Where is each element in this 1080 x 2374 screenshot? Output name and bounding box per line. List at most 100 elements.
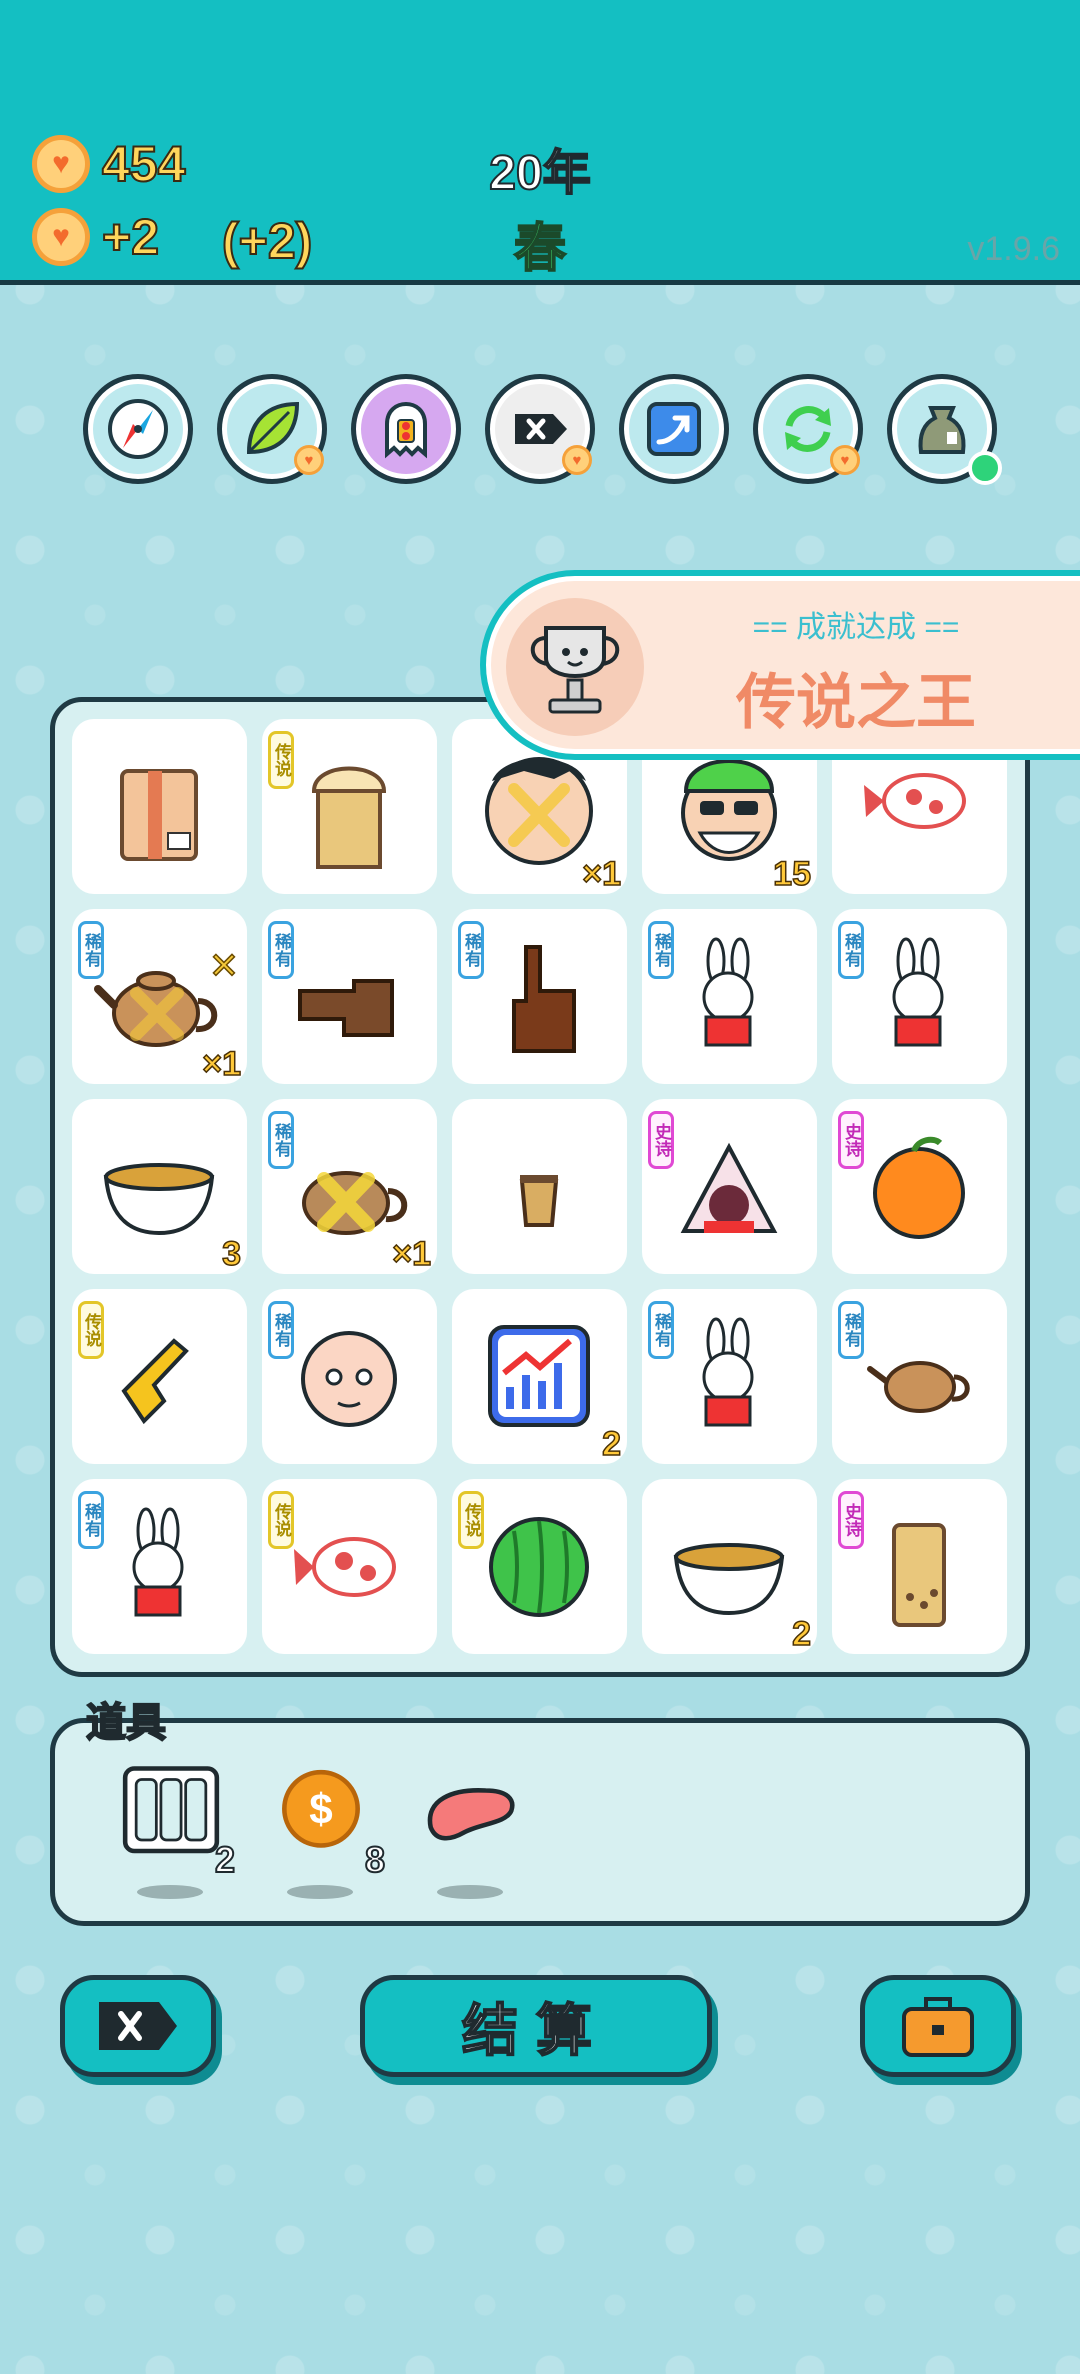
item-count: ×1 bbox=[201, 1044, 241, 1084]
board-cell[interactable]: 稀有 bbox=[262, 1289, 437, 1464]
board-cell[interactable]: 2 bbox=[452, 1289, 627, 1464]
liver-icon bbox=[427, 1788, 515, 1841]
settle-label: 结算 bbox=[461, 1998, 610, 2063]
upgrade-button[interactable] bbox=[619, 374, 729, 484]
heart-badge-icon: ♥ bbox=[562, 445, 592, 475]
board-cell[interactable]: 史诗 bbox=[832, 1479, 1007, 1654]
man-face-icon bbox=[485, 757, 593, 865]
coin-total-value: 454 bbox=[101, 135, 186, 193]
settle-button[interactable]: 结算 bbox=[360, 1975, 712, 2077]
svg-text:$: $ bbox=[309, 1786, 332, 1833]
coin-income-value: +2 bbox=[101, 208, 160, 266]
board-cell[interactable]: 稀有 bbox=[452, 909, 627, 1084]
leaf-button[interactable]: ♥ bbox=[217, 374, 327, 484]
crossed-mark-icon: ✕ bbox=[208, 944, 240, 987]
growth-chart-icon bbox=[488, 1325, 590, 1427]
ghost-icon bbox=[385, 401, 427, 459]
items-label: 道具 bbox=[85, 1700, 167, 1746]
season-label: 春 bbox=[513, 219, 567, 279]
item-shadow bbox=[437, 1885, 503, 1899]
board-cell[interactable]: 史诗 bbox=[642, 1099, 817, 1274]
items-panel: 2 $ 8 bbox=[50, 1718, 1030, 1926]
board-cell[interactable] bbox=[72, 719, 247, 894]
board-cell[interactable]: 传说 bbox=[262, 1479, 437, 1654]
tea-bowl-icon bbox=[103, 1163, 215, 1236]
boba-cup-icon bbox=[311, 766, 387, 869]
briefcase-icon bbox=[902, 1997, 974, 2057]
top-status-bar: ♥ 454 ♥ +2 (+2) 20年 春 v1.9.6 bbox=[0, 0, 1080, 285]
board-cell[interactable]: 稀有 ×1 bbox=[262, 1099, 437, 1274]
item-count: 2 bbox=[791, 1614, 811, 1654]
board-cell[interactable]: 传说 bbox=[452, 1479, 627, 1654]
board-cell[interactable]: 稀有 bbox=[262, 909, 437, 1084]
orange-icon bbox=[873, 1136, 965, 1239]
item-board: 传说 ×1 15 稀有 ✕ ×1 稀有 稀有 稀有 稀有 3 稀有 ×1 史诗 … bbox=[50, 697, 1030, 1677]
koi-fish-icon bbox=[294, 1537, 396, 1597]
teapot-icon bbox=[867, 1361, 970, 1413]
teapot-icon bbox=[302, 1171, 408, 1235]
board-cell[interactable]: 稀有 bbox=[642, 909, 817, 1084]
slots-item[interactable]: 2 bbox=[111, 1763, 236, 1903]
board-cell[interactable]: 传说 bbox=[72, 1289, 247, 1464]
item-shadow bbox=[137, 1885, 203, 1899]
golden-finger-icon bbox=[121, 1338, 189, 1425]
dollar-coin-icon: $ bbox=[282, 1769, 360, 1848]
item-count: ×1 bbox=[391, 1234, 431, 1274]
item-count: 15 bbox=[772, 854, 811, 894]
remove-button[interactable]: ♥ bbox=[485, 374, 595, 484]
heart-coin-icon: ♥ bbox=[32, 135, 90, 193]
hand-point-left-icon bbox=[298, 979, 394, 1037]
hat-man-icon bbox=[681, 759, 777, 861]
package-box-icon bbox=[120, 769, 198, 861]
heart-coin-icon: ♥ bbox=[32, 208, 90, 266]
trophy-badge bbox=[506, 598, 644, 736]
ghost-button[interactable] bbox=[351, 374, 461, 484]
slots-icon bbox=[122, 1766, 220, 1854]
board-cell[interactable]: 稀有 bbox=[72, 1479, 247, 1654]
heart-badge-icon: ♥ bbox=[830, 445, 860, 475]
notification-dot bbox=[968, 451, 1002, 485]
board-cell[interactable]: 稀有 ✕ ×1 bbox=[72, 909, 247, 1084]
board-cell[interactable]: 稀有 bbox=[642, 1289, 817, 1464]
rabbit-icon bbox=[892, 937, 944, 1047]
rabbit-icon bbox=[702, 937, 754, 1047]
rabbit-icon bbox=[702, 1317, 754, 1427]
item-count: 8 bbox=[364, 1838, 386, 1881]
remove-tag-icon bbox=[99, 2002, 177, 2050]
remove-item-button[interactable] bbox=[60, 1975, 216, 2077]
board-cell[interactable] bbox=[452, 1099, 627, 1274]
achievement-title: == 成就达成 == bbox=[752, 611, 960, 644]
achievement-banner: == 成就达成 == 传说之王 bbox=[480, 570, 1080, 760]
sack-icon bbox=[918, 406, 966, 454]
board-cell[interactable]: 传说 bbox=[262, 719, 437, 894]
compass-icon bbox=[108, 399, 168, 459]
compass-button[interactable] bbox=[83, 374, 193, 484]
refresh-button[interactable]: ♥ bbox=[753, 374, 863, 484]
coin-item[interactable]: $ 8 bbox=[261, 1763, 386, 1903]
coin-total: ♥ 454 bbox=[32, 135, 186, 193]
year-label: 20年 bbox=[488, 146, 591, 201]
coin-income: ♥ +2 bbox=[32, 208, 160, 266]
board-cell[interactable]: 史诗 bbox=[832, 1099, 1007, 1274]
watermelon-icon bbox=[489, 1517, 589, 1617]
item-count: 2 bbox=[214, 1838, 236, 1881]
tool-bar: ♥ ♥ ♥ bbox=[83, 374, 1003, 486]
heart-badge-icon: ♥ bbox=[294, 445, 324, 475]
rabbit-house-icon bbox=[680, 1142, 778, 1233]
liver-item[interactable] bbox=[411, 1763, 531, 1903]
board-cell[interactable]: 稀有 bbox=[832, 909, 1007, 1084]
board-cell[interactable]: 3 bbox=[72, 1099, 247, 1274]
item-count: 3 bbox=[221, 1234, 241, 1274]
coin-income-bonus: (+2) bbox=[221, 212, 313, 270]
version-label: v1.9.6 bbox=[967, 230, 1060, 268]
arrow-up-icon bbox=[647, 402, 701, 456]
sack-button[interactable] bbox=[887, 374, 1002, 485]
hand-point-up-icon bbox=[512, 945, 576, 1053]
item-count: ×1 bbox=[581, 854, 621, 894]
board-cell[interactable]: 2 bbox=[642, 1479, 817, 1654]
teapot-icon bbox=[94, 971, 218, 1047]
tea-bowl-icon bbox=[673, 1543, 785, 1616]
item-shadow bbox=[287, 1885, 353, 1899]
backpack-button[interactable] bbox=[860, 1975, 1016, 2077]
board-cell[interactable]: 稀有 bbox=[832, 1289, 1007, 1464]
